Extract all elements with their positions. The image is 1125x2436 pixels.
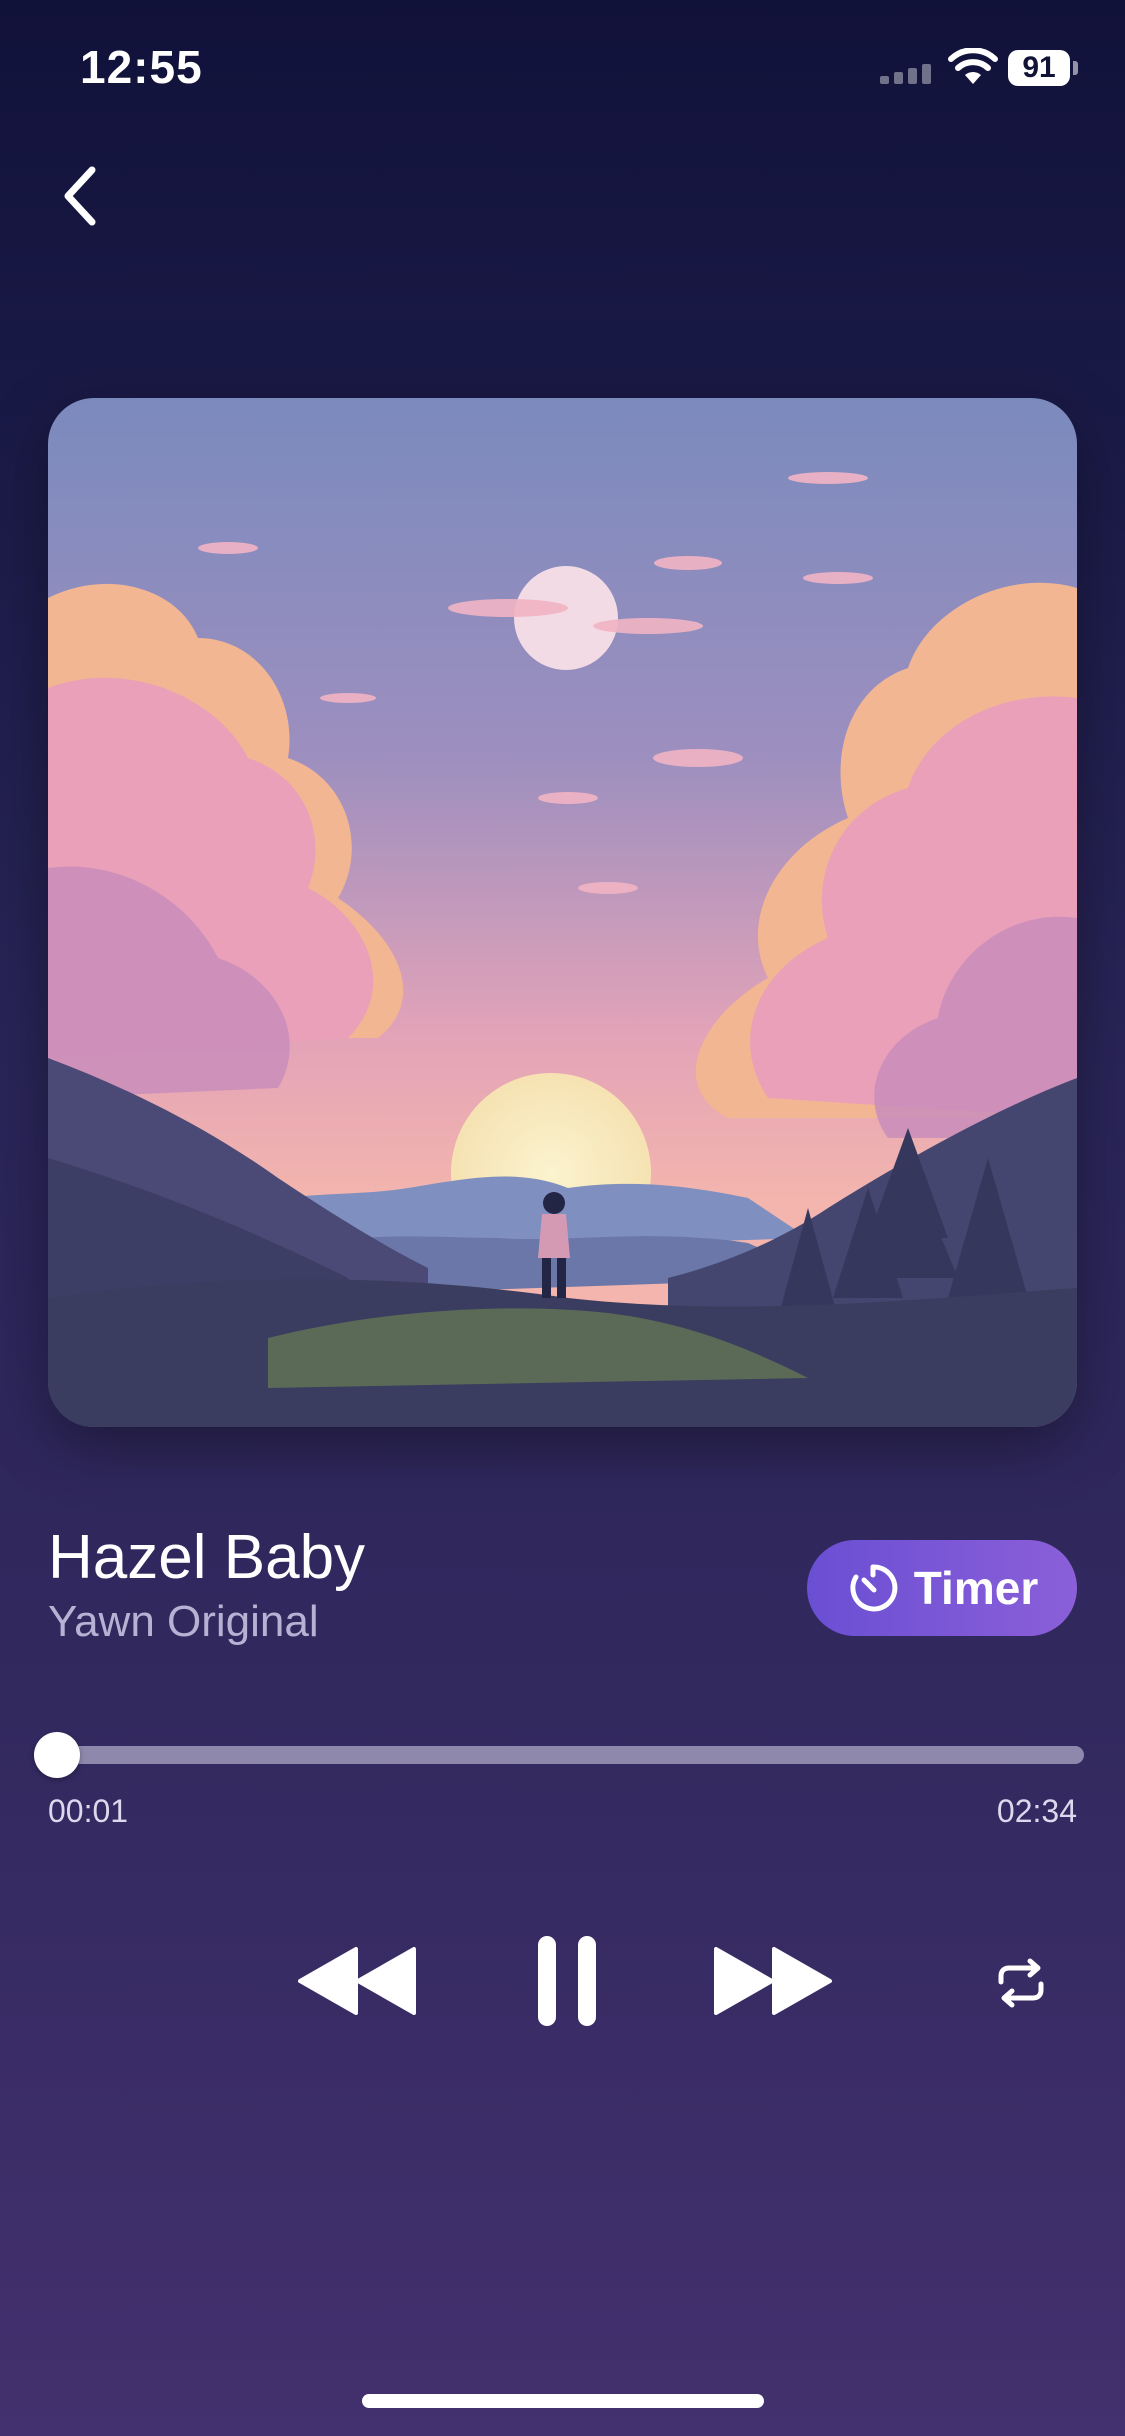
wifi-icon bbox=[948, 48, 998, 84]
battery-level: 91 bbox=[1022, 51, 1056, 84]
sunset-landscape-artwork bbox=[48, 398, 1077, 1427]
progress-track[interactable] bbox=[42, 1746, 1084, 1764]
chevron-left-icon[interactable] bbox=[50, 160, 114, 232]
cellular-signal-icon bbox=[880, 64, 931, 84]
track-title: Hazel Baby bbox=[48, 1523, 366, 1592]
rewind-icon[interactable] bbox=[296, 1945, 418, 2017]
timer-button[interactable]: Timer bbox=[807, 1540, 1077, 1636]
home-indicator[interactable] bbox=[362, 2394, 764, 2408]
repeat-icon[interactable] bbox=[993, 1958, 1049, 2008]
pause-icon[interactable] bbox=[536, 1934, 598, 2028]
battery-indicator: 91 bbox=[1008, 50, 1070, 86]
battery-cap-icon bbox=[1073, 61, 1078, 75]
fast-forward-icon[interactable] bbox=[712, 1945, 834, 2017]
elapsed-time: 00:01 bbox=[48, 1793, 129, 1829]
progress-knob[interactable] bbox=[33, 1732, 80, 1778]
timer-icon bbox=[850, 1564, 898, 1612]
timer-label: Timer bbox=[913, 1562, 1039, 1614]
track-artist: Yawn Original bbox=[48, 1597, 319, 1646]
total-duration: 02:34 bbox=[996, 1793, 1077, 1829]
status-time: 12:55 bbox=[80, 41, 203, 93]
album-artwork bbox=[48, 398, 1077, 1427]
